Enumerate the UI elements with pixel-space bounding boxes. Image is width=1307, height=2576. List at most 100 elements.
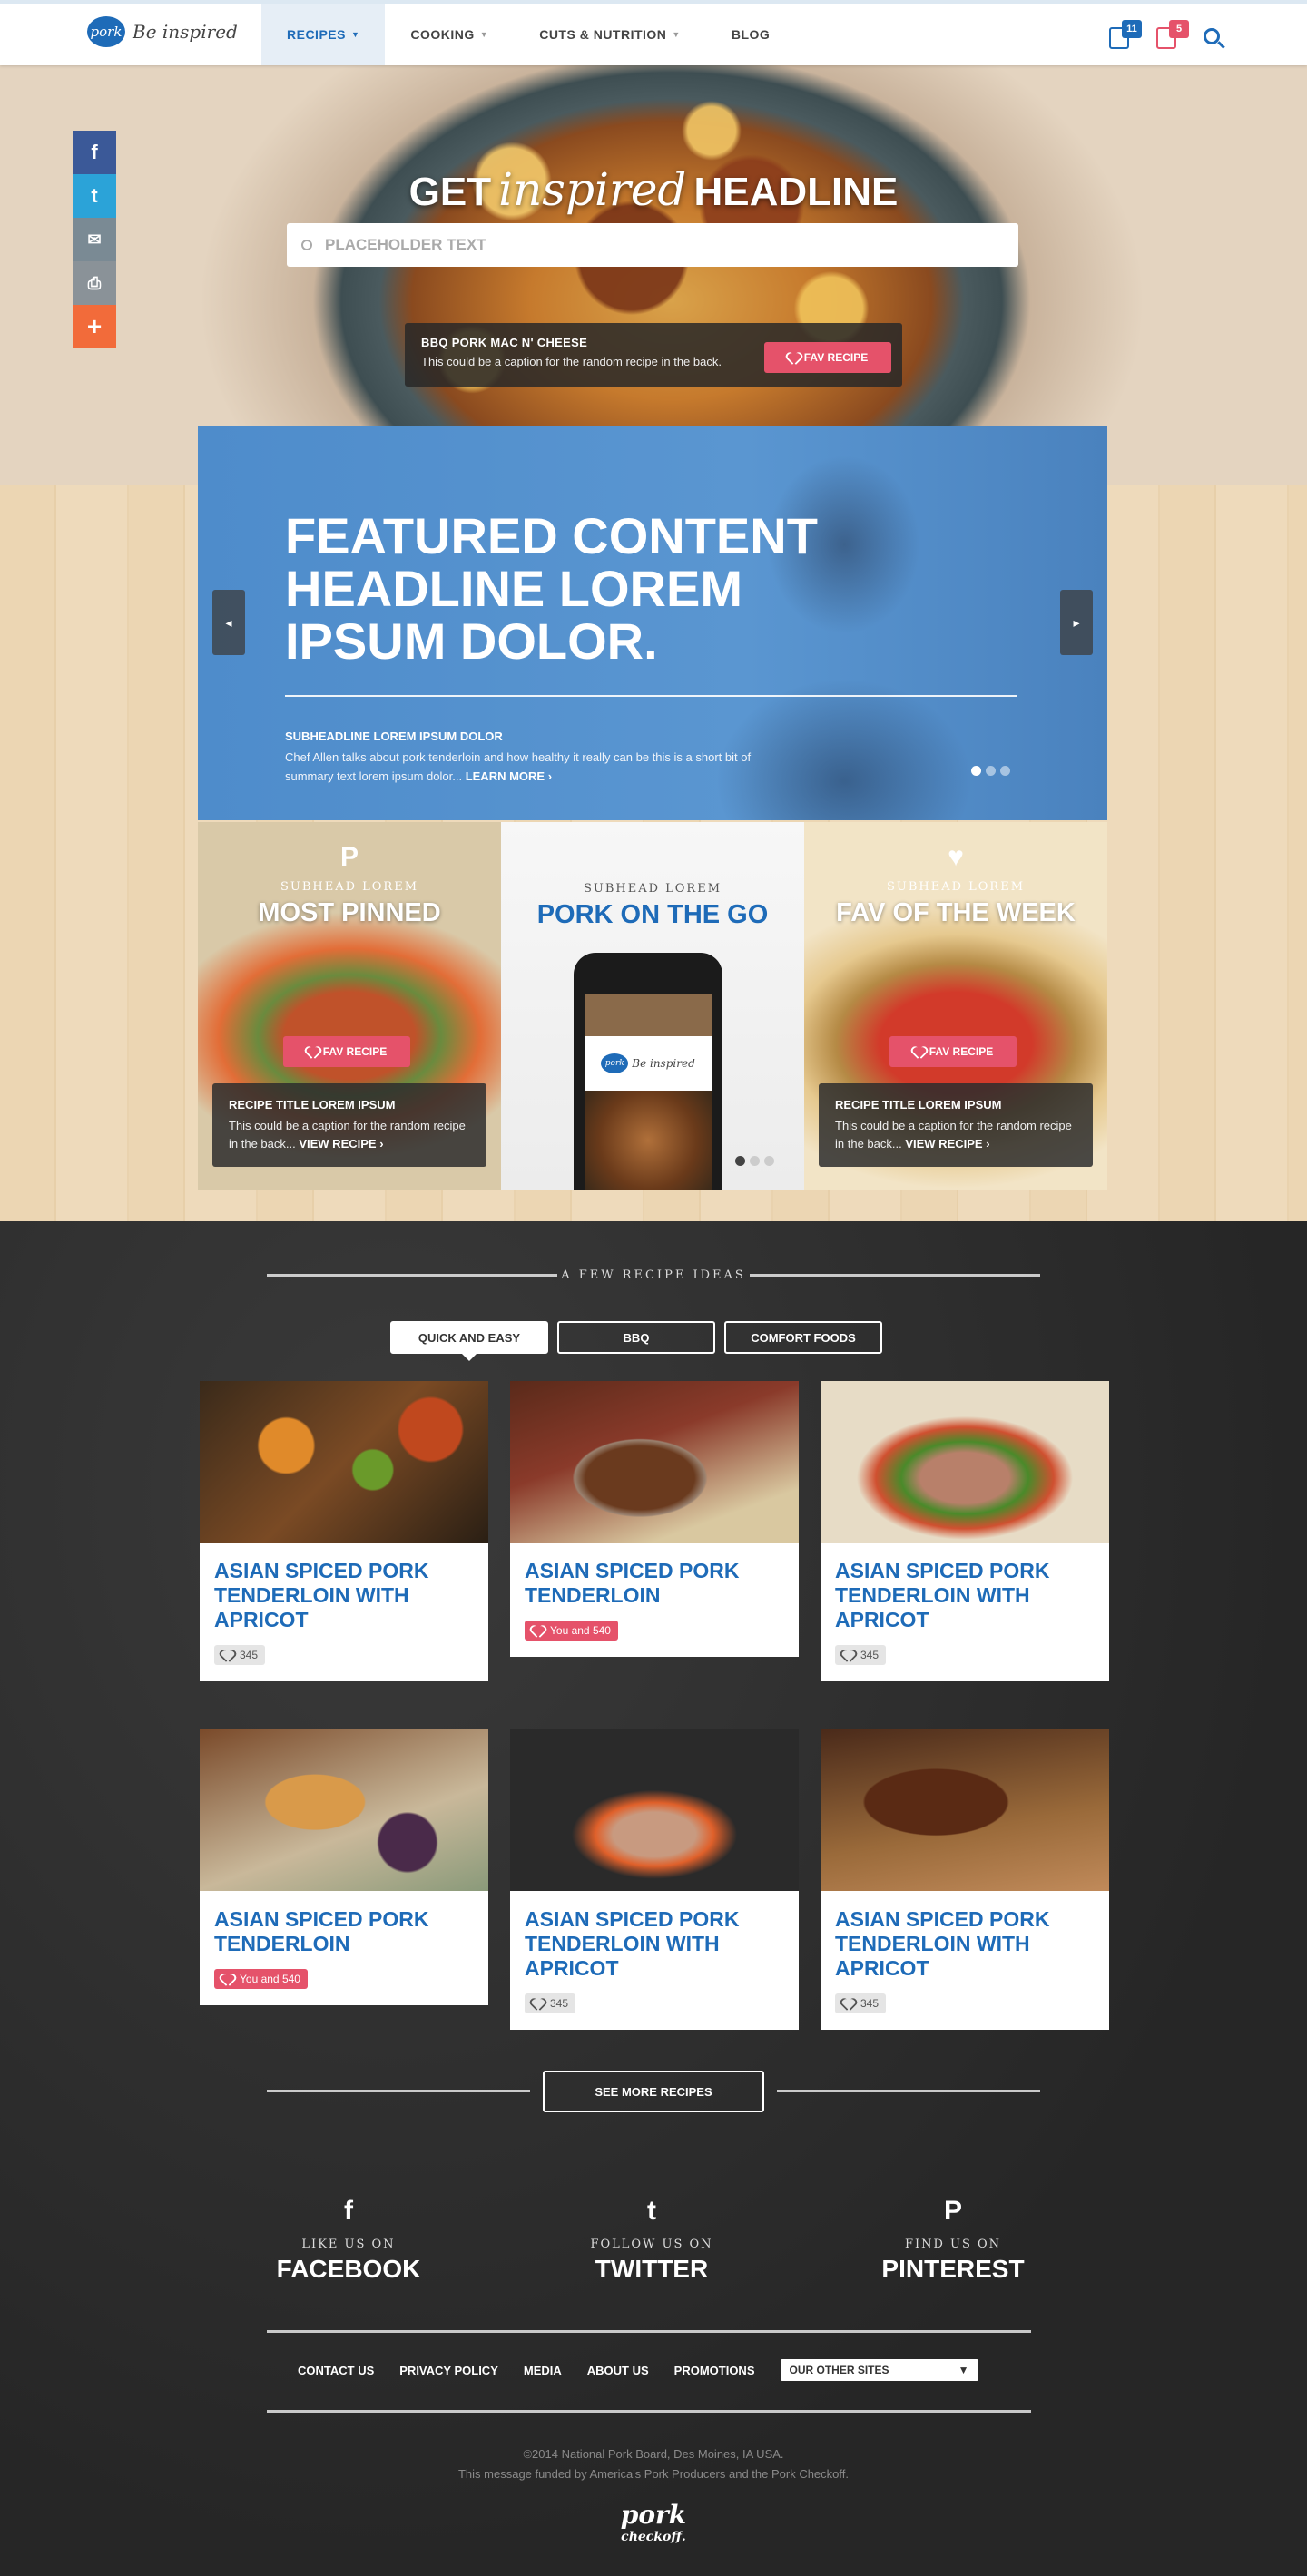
- phone-illustration: pork Be inspired: [574, 953, 722, 1190]
- nav-blog[interactable]: BLOG: [706, 4, 795, 65]
- footer-link-privacy[interactable]: PRIVACY POLICY: [399, 2364, 498, 2377]
- recipe-title[interactable]: ASIAN SPICED PORK TENDERLOIN WITH APRICO…: [821, 1543, 1109, 1632]
- nav-recipes[interactable]: RECIPES ▼: [261, 4, 386, 65]
- recipe-image: [200, 1381, 488, 1543]
- nav-cuts-label: CUTS & NUTRITION: [539, 27, 667, 42]
- more-share-icon[interactable]: +: [73, 305, 116, 348]
- pinterest-follow[interactable]: P FIND US ON PINTEREST: [835, 2196, 1071, 2284]
- hero-caption: BBQ PORK MAC N' CHEESE This could be a c…: [405, 323, 902, 387]
- search-icon[interactable]: [1204, 28, 1220, 44]
- recipe-image: [821, 1729, 1109, 1891]
- chevron-down-icon: ▼: [350, 30, 360, 39]
- chalk-divider: [750, 1274, 1040, 1277]
- carousel-prev-button[interactable]: ◂: [212, 590, 245, 655]
- hero-title: GET inspired HEADLINE: [0, 163, 1307, 216]
- recipe-title[interactable]: ASIAN SPICED PORK TENDERLOIN: [200, 1891, 488, 1956]
- print-icon[interactable]: ⎙: [73, 261, 116, 305]
- see-more-recipes-button[interactable]: SEE MORE RECIPES: [543, 2071, 764, 2112]
- site-logo[interactable]: pork Be inspired: [87, 16, 238, 47]
- tile-headline: PORK ON THE GO: [536, 900, 769, 929]
- hero-search-input[interactable]: [325, 236, 960, 254]
- featured-divider: [285, 695, 1017, 697]
- facebook-share-icon[interactable]: f: [73, 131, 116, 174]
- tab-comfort-foods[interactable]: COMFORT FOODS: [724, 1321, 882, 1354]
- pork-on-the-go-tile[interactable]: SUBHEAD LOREM PORK ON THE GO pork Be ins…: [501, 822, 804, 1190]
- recipe-card[interactable]: ASIAN SPICED PORK TENDERLOIN WITH APRICO…: [821, 1381, 1109, 1681]
- pinterest-icon: P: [339, 842, 359, 872]
- featured-summary: Chef Allen talks about pork tenderloin a…: [285, 748, 757, 786]
- recipe-list-button[interactable]: 11: [1109, 20, 1142, 49]
- tile-caption: RECIPE TITLE LOREM IPSUM This could be a…: [819, 1083, 1093, 1167]
- carousel-dot[interactable]: [1000, 766, 1010, 776]
- other-sites-select[interactable]: OUR OTHER SITES ▼: [780, 2359, 978, 2381]
- fav-of-the-week-tile[interactable]: ♥ SUBHEAD LOREM FAV OF THE WEEK FAV RECI…: [804, 822, 1107, 1190]
- like-count[interactable]: 345: [525, 1993, 576, 2013]
- email-share-icon[interactable]: ✉: [73, 218, 116, 261]
- recipe-card[interactable]: ASIAN SPICED PORK TENDERLOIN You and 540: [200, 1729, 488, 2005]
- hero-fav-recipe-button[interactable]: FAV RECIPE: [764, 342, 891, 373]
- chevron-down-icon: ▼: [958, 2364, 969, 2376]
- tile-carousel-dots: [735, 1156, 774, 1166]
- like-count-value: 345: [550, 1997, 569, 2010]
- recipe-title[interactable]: ASIAN SPICED PORK TENDERLOIN WITH APRICO…: [200, 1543, 488, 1632]
- footer-link-about[interactable]: ABOUT US: [587, 2364, 649, 2377]
- saved-recipes-count: 5: [1169, 20, 1189, 38]
- recipe-card[interactable]: ASIAN SPICED PORK TENDERLOIN WITH APRICO…: [200, 1381, 488, 1681]
- footer-link-contact[interactable]: CONTACT US: [298, 2364, 374, 2377]
- carousel-dot[interactable]: [971, 766, 981, 776]
- like-count[interactable]: 345: [214, 1645, 266, 1665]
- recipe-card[interactable]: ASIAN SPICED PORK TENDERLOIN You and 540: [510, 1381, 799, 1657]
- recipe-filter-tabs: QUICK AND EASY BBQ COMFORT FOODS: [390, 1321, 882, 1361]
- recipe-title[interactable]: ASIAN SPICED PORK TENDERLOIN: [510, 1543, 799, 1608]
- pork-checkoff-logo[interactable]: pork checkoff.: [0, 2503, 1307, 2548]
- twitter-share-icon[interactable]: t: [73, 174, 116, 218]
- featured-subheadline: SUBHEADLINE LOREM IPSUM DOLOR: [285, 730, 503, 743]
- like-count[interactable]: 345: [835, 1993, 887, 2013]
- recipe-list-count: 11: [1122, 20, 1142, 38]
- nav-blog-label: BLOG: [731, 27, 771, 42]
- hero-title-script: inspired: [498, 163, 687, 216]
- recipe-title[interactable]: ASIAN SPICED PORK TENDERLOIN WITH APRICO…: [510, 1891, 799, 1981]
- learn-more-link[interactable]: LEARN MORE ›: [466, 769, 552, 783]
- twitter-follow[interactable]: t FOLLOW US ON TWITTER: [534, 2196, 770, 2284]
- recipe-title[interactable]: ASIAN SPICED PORK TENDERLOIN WITH APRICO…: [821, 1891, 1109, 1981]
- tab-quick-and-easy[interactable]: QUICK AND EASY: [390, 1321, 548, 1361]
- footer-link-promotions[interactable]: PROMOTIONS: [674, 2364, 755, 2377]
- nav-cuts-nutrition[interactable]: CUTS & NUTRITION ▼: [514, 4, 706, 65]
- carousel-dot[interactable]: [750, 1156, 760, 1166]
- like-count[interactable]: 345: [835, 1645, 887, 1665]
- like-count-value: You and 540: [240, 1973, 300, 1985]
- tile-caption-text: This could be a caption for the random r…: [835, 1117, 1076, 1153]
- social-share-bar: f t ✉ ⎙ +: [73, 131, 116, 348]
- phone-screen: pork Be inspired: [585, 994, 712, 1190]
- saved-recipes-button[interactable]: 5: [1156, 20, 1189, 49]
- tile-subhead: SUBHEAD LOREM: [886, 880, 1026, 894]
- most-pinned-tile[interactable]: P SUBHEAD LOREM MOST PINNED FAV RECIPE R…: [198, 822, 501, 1190]
- carousel-dot[interactable]: [735, 1156, 745, 1166]
- recipe-card[interactable]: ASIAN SPICED PORK TENDERLOIN WITH APRICO…: [821, 1729, 1109, 2030]
- facebook-follow[interactable]: f LIKE US ON FACEBOOK: [231, 2196, 467, 2284]
- view-recipe-link[interactable]: VIEW RECIPE ›: [905, 1137, 989, 1151]
- carousel-dots: [971, 766, 1010, 776]
- phone-banner-image: [585, 994, 712, 1036]
- view-recipe-link[interactable]: VIEW RECIPE ›: [299, 1137, 383, 1151]
- featured-carousel: FEATURED CONTENT HEADLINE LOREM IPSUM DO…: [198, 426, 1107, 820]
- recipe-card[interactable]: ASIAN SPICED PORK TENDERLOIN WITH APRICO…: [510, 1729, 799, 2030]
- carousel-dot[interactable]: [764, 1156, 774, 1166]
- carousel-next-button[interactable]: ▸: [1060, 590, 1093, 655]
- carousel-dot[interactable]: [986, 766, 996, 776]
- header-tools: 11 5: [1109, 20, 1220, 49]
- tab-bbq[interactable]: BBQ: [557, 1321, 715, 1354]
- social-name: TWITTER: [595, 2255, 709, 2283]
- fav-recipe-button[interactable]: FAV RECIPE: [283, 1036, 410, 1067]
- tile-caption-title: RECIPE TITLE LOREM IPSUM: [229, 1098, 396, 1112]
- heart-icon: [307, 1047, 318, 1057]
- like-count[interactable]: You and 540: [214, 1969, 308, 1989]
- footer-link-media[interactable]: MEDIA: [524, 2364, 562, 2377]
- nav-cooking[interactable]: COOKING ▼: [385, 4, 514, 65]
- chevron-down-icon: ▼: [479, 30, 489, 39]
- like-count[interactable]: You and 540: [525, 1621, 618, 1641]
- chalk-divider: [267, 2410, 1031, 2413]
- fav-recipe-button[interactable]: FAV RECIPE: [889, 1036, 1017, 1067]
- funding-text: This message funded by America's Pork Pr…: [457, 2467, 849, 2481]
